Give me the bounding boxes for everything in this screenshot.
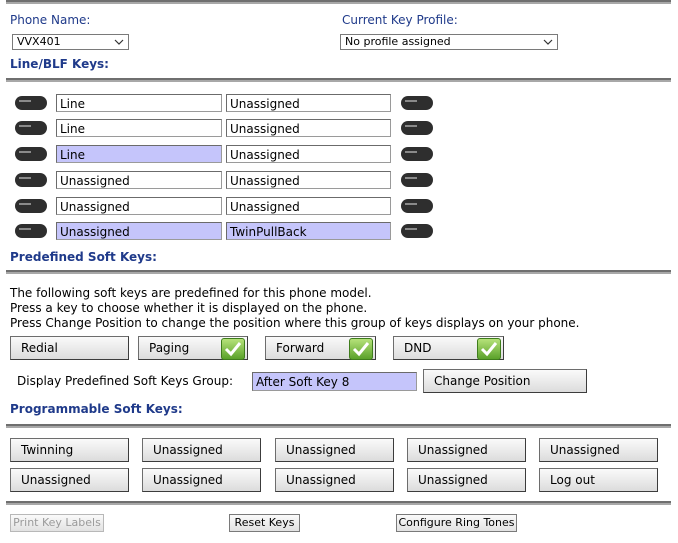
line-key-toggle-right[interactable] — [401, 199, 433, 213]
configure-ring-tones-button[interactable]: Configure Ring Tones — [396, 514, 517, 532]
chevron-down-icon — [114, 39, 124, 45]
phone-name-label: Phone Name: — [10, 13, 91, 27]
line-key-left-field[interactable]: Unassigned — [56, 171, 222, 189]
predefined-desc-2: Press a key to choose whether it is disp… — [10, 301, 368, 315]
line-key-toggle-left[interactable] — [15, 147, 47, 161]
check-icon — [477, 338, 501, 360]
line-key-left-field[interactable]: Line — [56, 119, 222, 137]
line-blf-divider — [6, 78, 671, 82]
group-label: Display Predefined Soft Keys Group: — [17, 374, 233, 388]
predefined-desc-3: Press Change Position to change the posi… — [10, 316, 580, 330]
line-key-toggle-left[interactable] — [15, 199, 47, 213]
redial-key-button[interactable]: Redial — [10, 336, 129, 360]
line-key-right-field[interactable]: TwinPullBack — [226, 222, 391, 240]
line-key-right-field[interactable]: Unassigned — [226, 197, 391, 215]
soft-key-label: Log out — [550, 473, 595, 487]
line-key-left-field[interactable]: Line — [56, 94, 222, 112]
phone-name-select[interactable]: VVX401 — [12, 34, 129, 50]
line-key-toggle-left[interactable] — [15, 96, 47, 110]
programmable-soft-key-button[interactable]: Unassigned — [407, 468, 526, 492]
paging-key-button[interactable]: Paging — [138, 336, 248, 360]
predefined-divider — [6, 270, 671, 274]
programmable-title: Programmable Soft Keys: — [10, 402, 183, 416]
line-key-toggle-left[interactable] — [15, 121, 47, 135]
line-key-right-field[interactable]: Unassigned — [226, 119, 391, 137]
line-key-right-field[interactable]: Unassigned — [226, 94, 391, 112]
programmable-soft-key-button[interactable]: Unassigned — [539, 438, 658, 462]
programmable-soft-key-button[interactable]: Unassigned — [407, 438, 526, 462]
predefined-desc-1: The following soft keys are predefined f… — [10, 286, 372, 300]
programmable-divider — [6, 424, 671, 428]
soft-key-label: Unassigned — [153, 443, 223, 457]
redial-key-label: Redial — [21, 341, 58, 355]
check-icon — [221, 338, 245, 360]
soft-key-label: Unassigned — [550, 443, 620, 457]
forward-key-button[interactable]: Forward — [265, 336, 376, 360]
line-key-left-field[interactable]: Unassigned — [56, 197, 222, 215]
line-key-left-field[interactable]: Unassigned — [56, 222, 222, 240]
line-key-toggle-right[interactable] — [401, 121, 433, 135]
top-divider — [6, 0, 671, 4]
phone-name-value: VVX401 — [17, 35, 61, 48]
soft-key-label: Twinning — [21, 443, 74, 457]
line-key-left-field[interactable]: Line — [56, 145, 222, 163]
soft-key-label: Unassigned — [153, 473, 223, 487]
key-profile-value: No profile assigned — [345, 35, 451, 48]
chevron-down-icon — [543, 39, 553, 45]
predefined-title: Predefined Soft Keys: — [10, 250, 157, 264]
change-position-button[interactable]: Change Position — [423, 369, 587, 393]
line-key-toggle-right[interactable] — [401, 147, 433, 161]
line-key-toggle-right[interactable] — [401, 224, 433, 238]
reset-keys-button[interactable]: Reset Keys — [229, 514, 300, 532]
programmable-soft-key-button[interactable]: Twinning — [10, 438, 129, 462]
programmable-soft-key-button[interactable]: Unassigned — [142, 468, 261, 492]
check-icon — [349, 338, 373, 360]
programmable-soft-key-button[interactable]: Unassigned — [142, 438, 261, 462]
paging-key-label: Paging — [149, 341, 190, 355]
soft-key-label: Unassigned — [418, 473, 488, 487]
key-profile-label: Current Key Profile: — [342, 13, 458, 27]
forward-key-label: Forward — [276, 341, 325, 355]
programmable-soft-key-button[interactable]: Unassigned — [275, 438, 394, 462]
soft-key-label: Unassigned — [418, 443, 488, 457]
line-key-right-field[interactable]: Unassigned — [226, 171, 391, 189]
programmable-soft-key-button[interactable]: Unassigned — [10, 468, 129, 492]
soft-key-label: Unassigned — [286, 473, 356, 487]
footer-divider — [6, 501, 671, 505]
line-key-toggle-right[interactable] — [401, 96, 433, 110]
line-key-right-field[interactable]: Unassigned — [226, 145, 391, 163]
change-position-label: Change Position — [434, 374, 531, 388]
programmable-soft-key-button[interactable]: Log out — [539, 468, 658, 492]
soft-key-label: Unassigned — [286, 443, 356, 457]
line-key-toggle-left[interactable] — [15, 173, 47, 187]
soft-key-label: Unassigned — [21, 473, 91, 487]
line-key-toggle-left[interactable] — [15, 224, 47, 238]
programmable-soft-key-button[interactable]: Unassigned — [275, 468, 394, 492]
dnd-key-button[interactable]: DND — [393, 336, 504, 360]
dnd-key-label: DND — [404, 341, 432, 355]
print-key-labels-button[interactable]: Print Key Labels — [10, 514, 104, 532]
line-blf-title: Line/BLF Keys: — [10, 57, 109, 71]
line-key-toggle-right[interactable] — [401, 173, 433, 187]
group-position-field[interactable]: After Soft Key 8 — [252, 372, 417, 391]
key-profile-select[interactable]: No profile assigned — [340, 34, 558, 50]
